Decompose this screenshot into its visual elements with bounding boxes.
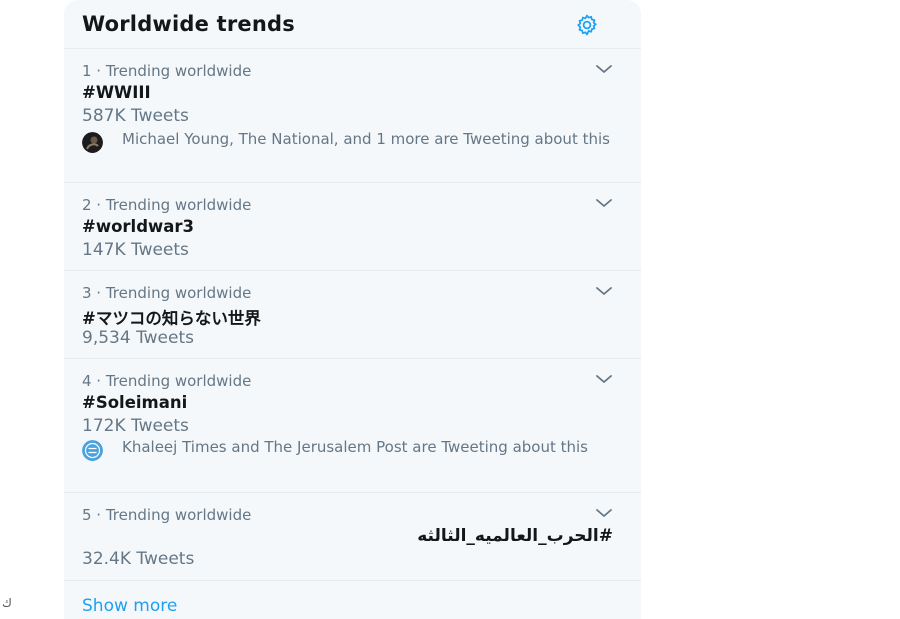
- page: ك Worldwide trends 1 · Trending worldwid…: [0, 0, 900, 619]
- trend-meta: 1 · Trending worldwide: [82, 62, 252, 80]
- trend-name: #worldwar3: [82, 217, 195, 236]
- chevron-down-icon[interactable]: [595, 63, 613, 75]
- trend-item-2[interactable]: 2 · Trending worldwide #worldwar3 147K T…: [64, 183, 641, 271]
- trend-meta: 4 · Trending worldwide: [82, 372, 252, 390]
- trend-name: #Soleimani: [82, 393, 188, 412]
- panel-title: Worldwide trends: [82, 12, 295, 36]
- trend-count: 32.4K Tweets: [82, 549, 195, 569]
- trend-count: 587K Tweets: [82, 106, 189, 126]
- gear-icon: [577, 14, 597, 36]
- chevron-down-icon[interactable]: [595, 197, 613, 209]
- trend-meta: 2 · Trending worldwide: [82, 196, 252, 214]
- chevron-down-icon[interactable]: [595, 507, 613, 519]
- trend-name: #WWIII: [82, 83, 151, 102]
- show-more-link[interactable]: Show more: [82, 596, 177, 616]
- trend-item-5[interactable]: 5 · Trending worldwide #الحرب_العالميه_ا…: [64, 493, 641, 581]
- trend-meta: 5 · Trending worldwide: [82, 506, 252, 524]
- trend-count: 9,534 Tweets: [82, 328, 194, 348]
- chevron-down-icon[interactable]: [595, 373, 613, 385]
- trend-meta: 3 · Trending worldwide: [82, 284, 252, 302]
- trend-count: 172K Tweets: [82, 416, 189, 436]
- worldwide-trends-panel: Worldwide trends 1 · Trending worldwide …: [64, 0, 641, 619]
- context-text: Michael Young, The National, and 1 more …: [122, 130, 610, 148]
- trend-name: #マツコの知らない世界: [82, 309, 261, 328]
- corner-watermark: ك: [2, 596, 12, 610]
- trend-item-3[interactable]: 3 · Trending worldwide #マツコの知らない世界 9,534…: [64, 271, 641, 359]
- trend-item-4[interactable]: 4 · Trending worldwide #Soleimani 172K T…: [64, 359, 641, 493]
- avatar-icon: [82, 132, 103, 153]
- trend-item-1[interactable]: 1 · Trending worldwide #WWIII 587K Tweet…: [64, 49, 641, 183]
- context-text: Khaleej Times and The Jerusalem Post are…: [122, 438, 588, 456]
- publisher-logo-icon: [82, 440, 103, 461]
- settings-button[interactable]: [570, 10, 604, 40]
- chevron-down-icon[interactable]: [595, 285, 613, 297]
- trend-name: #الحرب_العالميه_الثالثه: [417, 526, 613, 546]
- panel-header: Worldwide trends: [64, 0, 641, 49]
- trend-count: 147K Tweets: [82, 240, 189, 260]
